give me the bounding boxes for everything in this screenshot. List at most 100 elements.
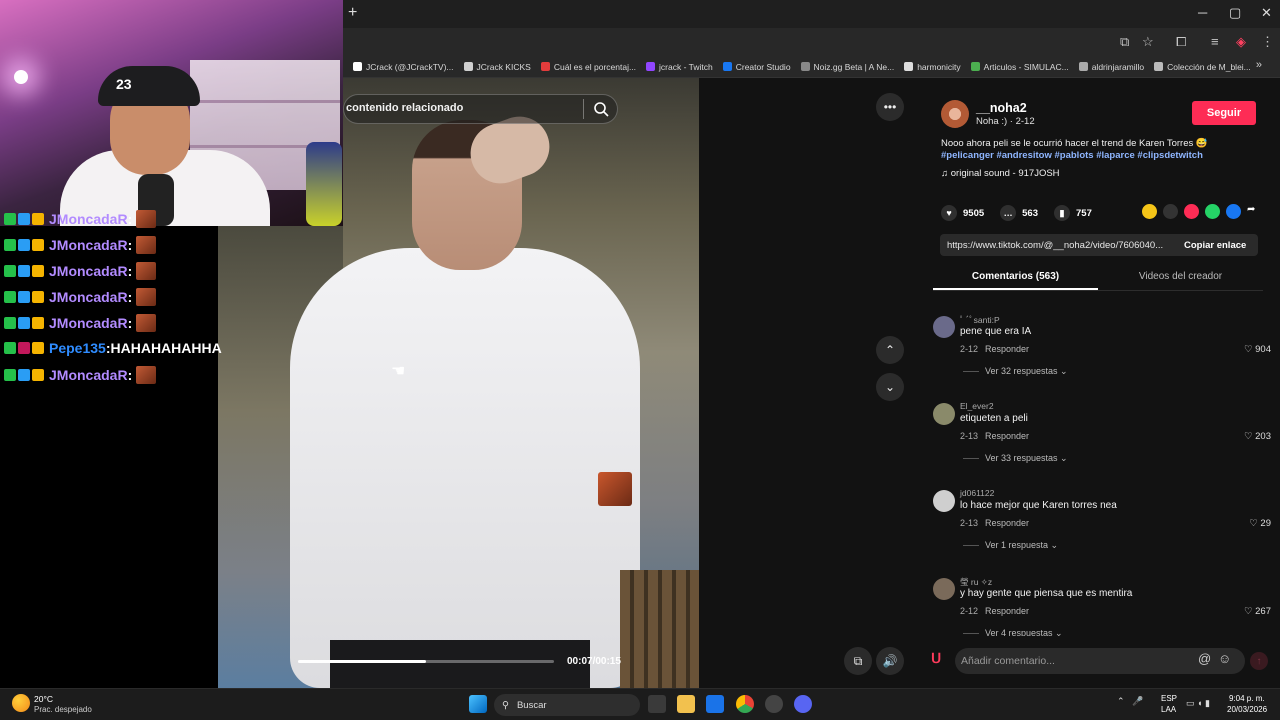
embed-icon[interactable] [1163, 204, 1178, 219]
bookmark-item[interactable]: Cuál es el porcentaj... [540, 61, 637, 72]
view-replies-button[interactable]: Ver 1 respuesta ⌄ [985, 540, 1058, 551]
comment-likes[interactable]: ♡ 267 [1244, 606, 1271, 617]
comment-text: etiqueten a peli [960, 413, 1028, 424]
replies-line [963, 545, 979, 546]
bookmark-item[interactable]: JCrack KICKS [463, 62, 531, 72]
bookmarks-overflow-icon[interactable]: » [1256, 59, 1262, 71]
follow-button[interactable]: Seguir [1192, 101, 1256, 125]
like-stat[interactable]: ♥ 9505 [941, 205, 984, 221]
comment-stat[interactable]: … 563 [1000, 205, 1038, 221]
chrome-menu-icon[interactable]: ⋮ [1261, 34, 1274, 50]
reply-button[interactable]: Responder [985, 606, 1029, 616]
previous-video-icon[interactable]: ⌃ [876, 336, 904, 364]
chat-username: JMoncadaR [49, 289, 128, 305]
view-replies-button[interactable]: Ver 4 respuestas ⌄ [985, 628, 1063, 636]
comment-avatar[interactable] [933, 578, 955, 600]
more-options-icon[interactable]: ••• [876, 93, 904, 121]
share-arrow-icon[interactable]: ➦ [1247, 204, 1262, 219]
search-icon[interactable] [592, 100, 610, 118]
comment-author[interactable]: ﾟ´ﾟsanti:P [960, 314, 1000, 326]
taskbar-search[interactable]: ⚲ Buscar [494, 694, 640, 716]
next-video-icon[interactable]: ⌄ [876, 373, 904, 401]
clock-date[interactable]: 20/03/2026 [1227, 705, 1267, 714]
clock-time[interactable]: 9:04 p. m. [1229, 694, 1265, 703]
address-bar[interactable] [343, 28, 1280, 56]
send-comment-button[interactable]: ↑ [1250, 652, 1268, 670]
facebook-icon[interactable] [1226, 204, 1241, 219]
tab-creator-videos[interactable]: Videos del creador [1098, 266, 1263, 290]
bookmark-label: Cuál es el porcentaj... [553, 61, 637, 72]
whatsapp-icon[interactable] [1205, 204, 1220, 219]
bookmark-item[interactable]: harmonicity [904, 62, 961, 72]
tray-chevron-icon[interactable]: ⌃ 🎤 [1117, 696, 1143, 707]
share-icons: ➦ [1136, 204, 1262, 219]
tab-comments[interactable]: Comentarios (563) [933, 266, 1098, 290]
cast-icon[interactable]: ⧉ [1120, 34, 1129, 50]
reply-button[interactable]: Responder [985, 518, 1029, 528]
chat-badge-icon [4, 291, 16, 303]
post-sound[interactable]: ♫ original sound - 917JOSH [941, 168, 1060, 179]
minimize-button[interactable]: ─ [1198, 5, 1207, 20]
tab-divider [933, 290, 1263, 291]
language-code[interactable]: ESP [1161, 694, 1177, 703]
comment-avatar[interactable] [933, 490, 955, 512]
bookmark-item[interactable]: Articulos - SIMULAC... [970, 62, 1069, 72]
copy-link-button[interactable]: Copiar enlace [1184, 240, 1246, 251]
extensions-icon[interactable]: ⧠ [1176, 34, 1186, 50]
picture-in-picture-icon[interactable]: ⧉ [844, 647, 872, 675]
bookmark-item[interactable]: Creator Studio [722, 62, 791, 72]
weather-icon[interactable] [12, 694, 30, 712]
bookmark-star-icon[interactable]: ☆ [1142, 34, 1154, 50]
windows-start-icon[interactable] [469, 695, 487, 713]
new-tab-button[interactable]: + [348, 4, 357, 22]
network-volume-icons[interactable]: ▭ ◖ ▮ [1186, 698, 1210, 709]
bookmark-favicon-icon [540, 62, 550, 71]
close-window-button[interactable]: ✕ [1261, 5, 1272, 21]
comment-author[interactable]: El_ever2 [960, 401, 994, 411]
chat-badge-icon [18, 239, 30, 251]
bookmark-item[interactable]: jcrack - Twitch [646, 62, 713, 72]
view-replies-button[interactable]: Ver 32 respuestas ⌄ [985, 366, 1068, 377]
comment-avatar[interactable] [933, 403, 955, 425]
profile-icon[interactable]: ◈ [1236, 34, 1246, 50]
chat-emote [136, 262, 157, 280]
obs-icon[interactable] [765, 695, 783, 713]
save-stat[interactable]: ▮ 757 [1054, 205, 1092, 221]
streamer-webcam: 23 [0, 0, 343, 226]
bookmark-item[interactable]: JCrack (@JCrackTV)... [353, 62, 454, 72]
current-user-icon: ᑌ [931, 650, 942, 666]
like-count: 9505 [963, 207, 985, 219]
author-avatar[interactable] [941, 100, 969, 128]
chrome-icon[interactable] [736, 695, 754, 713]
reply-button[interactable]: Responder [985, 344, 1029, 354]
chat-username: Pepe135 [49, 340, 106, 356]
maximize-button[interactable]: ▢ [1229, 5, 1241, 21]
music-note-icon: ♫ [941, 168, 951, 179]
file-explorer-icon[interactable] [677, 695, 695, 713]
keyboard-layout[interactable]: LAA [1161, 705, 1176, 714]
author-username[interactable]: __noha2 [976, 101, 1027, 115]
task-view-icon[interactable] [648, 695, 666, 713]
send-icon[interactable] [1184, 204, 1199, 219]
volume-icon[interactable]: 🔊 [876, 647, 904, 675]
comment-likes[interactable]: ♡ 904 [1244, 344, 1271, 355]
comment-likes[interactable]: ♡ 203 [1244, 431, 1271, 442]
comment-author[interactable]: jd061122 [960, 488, 994, 498]
comment-author[interactable]: 瑩 ru ✧z [960, 576, 992, 588]
mention-icon[interactable]: @ [1198, 651, 1211, 666]
emoji-icon[interactable]: ☺ [1218, 651, 1231, 666]
cap-number: 23 [116, 76, 132, 92]
chat-badge-icon [4, 265, 16, 277]
discord-icon[interactable] [794, 695, 812, 713]
comment-likes[interactable]: ♡ 29 [1249, 518, 1271, 529]
bookmark-item[interactable]: aldrinjaramillo [1078, 62, 1144, 72]
media-control-icon[interactable]: ≡ [1211, 34, 1219, 49]
bookmark-item[interactable]: Colección de M_blei... [1154, 62, 1251, 72]
mail-icon[interactable] [706, 695, 724, 713]
bookmark-item[interactable]: Noiz.gg Beta | A Ne... [800, 62, 894, 72]
reply-button[interactable]: Responder [985, 431, 1029, 441]
post-hashtags[interactable]: #pelicanger #andresitow #pablots #laparc… [941, 150, 1241, 161]
coin-icon[interactable] [1142, 204, 1157, 219]
comment-avatar[interactable] [933, 316, 955, 338]
view-replies-button[interactable]: Ver 33 respuestas ⌄ [985, 453, 1068, 464]
